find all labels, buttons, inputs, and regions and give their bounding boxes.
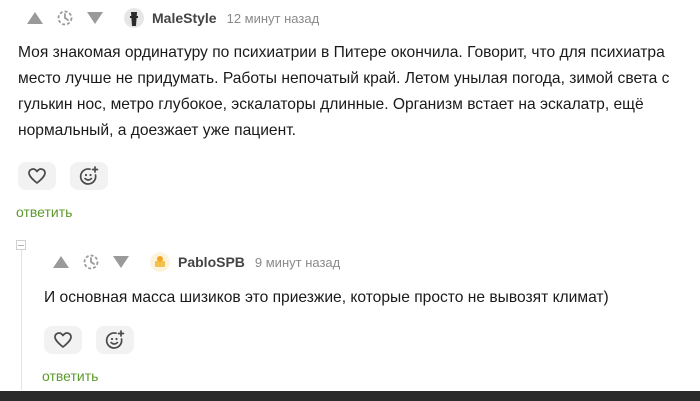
- heart-icon: [28, 168, 46, 184]
- bottom-bar: [0, 391, 700, 401]
- clock-icon: [83, 254, 99, 270]
- author-name[interactable]: PabloSPB: [178, 254, 245, 270]
- timestamp: 9 минут назад: [254, 254, 341, 270]
- comment-1-header: MaleStyle 12 минут назад: [20, 7, 319, 29]
- thread-line: [21, 250, 22, 390]
- downvote-button[interactable]: [106, 251, 136, 273]
- collapse-thread-button[interactable]: [16, 240, 26, 250]
- upvote-button[interactable]: [20, 7, 50, 29]
- comment-text: И основная масса шизиков это приезжие, к…: [44, 289, 609, 306]
- downvote-button[interactable]: [80, 7, 110, 29]
- minus-icon: [18, 244, 24, 246]
- avatar[interactable]: [150, 252, 170, 272]
- triangle-up-icon: [53, 256, 69, 268]
- clock-icon: [57, 10, 73, 26]
- author-name[interactable]: MaleStyle: [152, 10, 217, 26]
- triangle-up-icon: [27, 12, 43, 24]
- triangle-down-icon: [113, 256, 129, 268]
- triangle-down-icon: [87, 12, 103, 24]
- rating-button[interactable]: [76, 251, 106, 273]
- like-button[interactable]: [44, 326, 82, 354]
- upvote-button[interactable]: [46, 251, 76, 273]
- reply-link[interactable]: ответить: [42, 368, 98, 384]
- heart-icon: [54, 332, 72, 348]
- comment-text: Моя знакомая ординатуру по психиатрии в …: [18, 44, 670, 139]
- rating-button[interactable]: [50, 7, 80, 29]
- reaction-button[interactable]: [96, 326, 134, 354]
- avatar[interactable]: [124, 8, 144, 28]
- smiley-plus-icon: [105, 330, 125, 349]
- comment-2-header: PabloSPB 9 минут назад: [46, 251, 340, 273]
- reaction-button[interactable]: [70, 162, 108, 190]
- like-button[interactable]: [18, 162, 56, 190]
- smiley-plus-icon: [79, 166, 99, 185]
- timestamp: 12 минут назад: [226, 10, 320, 26]
- reply-link[interactable]: ответить: [16, 204, 72, 220]
